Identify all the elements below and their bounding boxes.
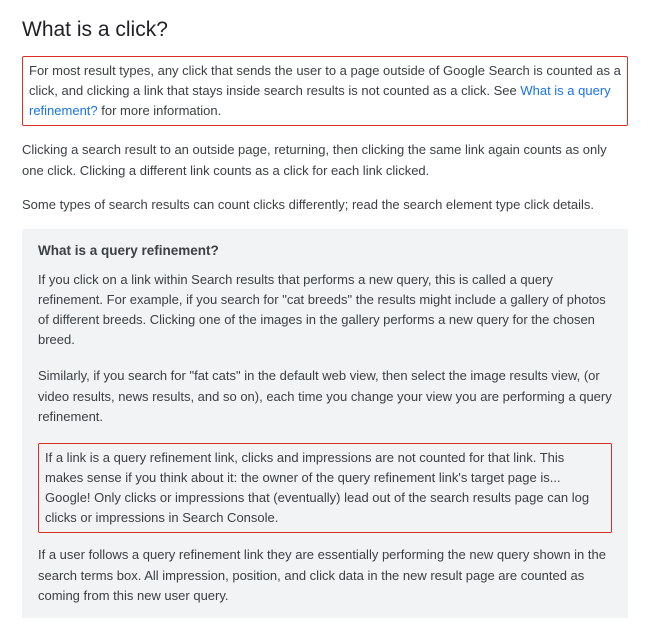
callout-paragraph-not-counted: If a link is a query refinement link, cl… — [45, 448, 605, 529]
callout-heading: What is a query refinement? — [38, 243, 612, 258]
query-refinement-callout: What is a query refinement? If you click… — [22, 229, 628, 618]
page-title: What is a click? — [22, 18, 628, 42]
callout-highlight-box: If a link is a query refinement link, cl… — [38, 443, 612, 534]
callout-paragraph-definition: If you click on a link within Search res… — [38, 270, 612, 351]
intro-paragraph: For most result types, any click that se… — [29, 61, 621, 121]
intro-text-after: for more information. — [98, 103, 222, 118]
paragraph-repeat-click: Clicking a search result to an outside p… — [22, 140, 628, 180]
callout-paragraph-views: Similarly, if you search for "fat cats" … — [38, 366, 612, 426]
article: What is a click? For most result types, … — [0, 0, 650, 638]
callout-paragraph-new-query: If a user follows a query refinement lin… — [38, 545, 612, 605]
intro-highlight-box: For most result types, any click that se… — [22, 56, 628, 126]
paragraph-other-types: Some types of search results can count c… — [22, 195, 628, 215]
